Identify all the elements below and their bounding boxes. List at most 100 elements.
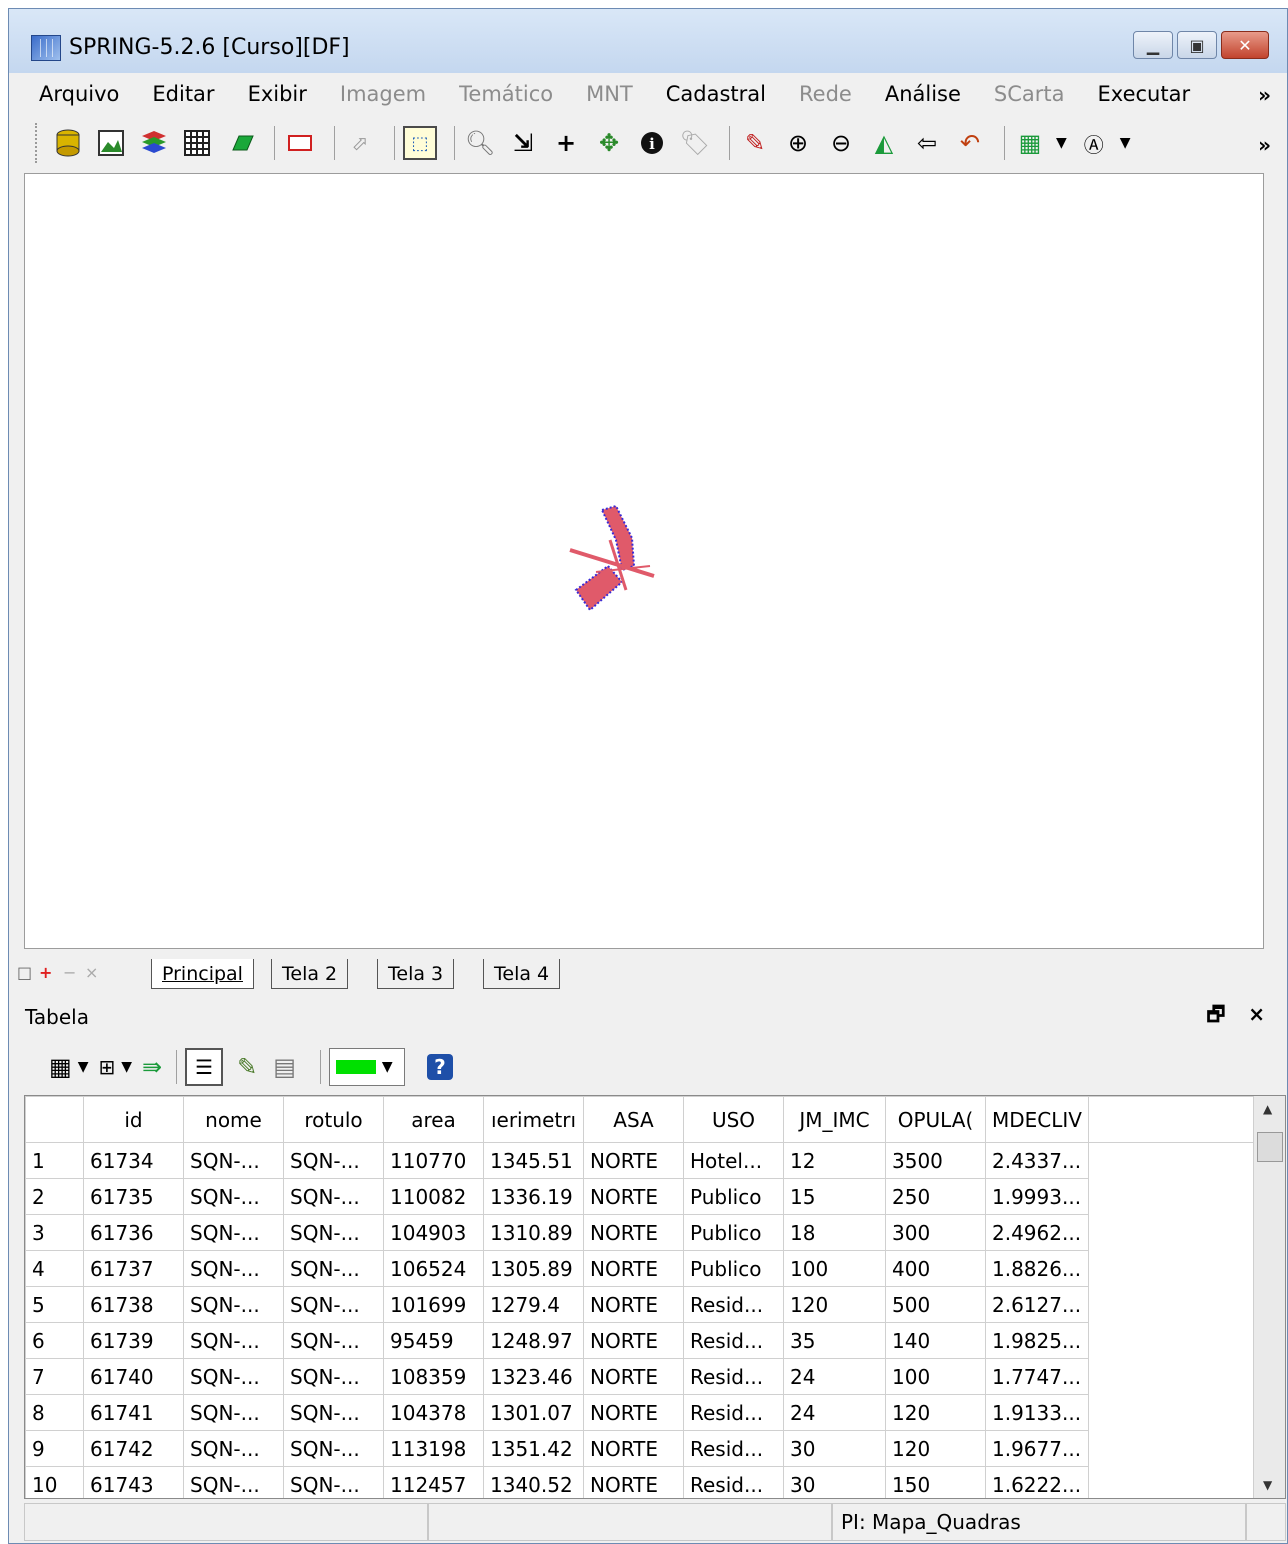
table-cell[interactable]: 1.8826... bbox=[985, 1250, 1089, 1287]
image-icon[interactable] bbox=[94, 126, 128, 160]
toolbar-overflow-icon[interactable]: » bbox=[1258, 133, 1271, 157]
table-cell[interactable]: Resid... bbox=[683, 1286, 784, 1323]
pan-icon[interactable]: ✥ bbox=[592, 126, 626, 160]
column-header[interactable]: nome bbox=[183, 1096, 284, 1143]
table-cell[interactable]: 1345.51 bbox=[483, 1142, 584, 1179]
column-header[interactable]: id bbox=[83, 1096, 184, 1143]
table-cell[interactable]: 1.9677... bbox=[985, 1430, 1089, 1467]
table-cell[interactable]: 24 bbox=[783, 1394, 886, 1431]
scroll-down-icon[interactable]: ▼ bbox=[1263, 1478, 1272, 1492]
column-header[interactable] bbox=[1087, 1096, 1259, 1143]
title-bar[interactable]: SPRING-5.2.6 [Curso][DF] ▁ ▣ ✕ bbox=[9, 9, 1287, 73]
table-cell[interactable]: NORTE bbox=[583, 1178, 684, 1215]
table-cell[interactable]: 1279.4 bbox=[483, 1286, 584, 1323]
pointer-disabled-icon[interactable]: ⬀ bbox=[343, 126, 377, 160]
table-cell[interactable]: 1323.46 bbox=[483, 1358, 584, 1395]
table-cell[interactable]: 61737 bbox=[83, 1250, 184, 1287]
table-cell[interactable]: 104903 bbox=[383, 1214, 484, 1251]
table-cell[interactable]: SQN-... bbox=[283, 1394, 384, 1431]
table-cell[interactable]: 30 bbox=[783, 1430, 886, 1467]
table-cell[interactable]: 108359 bbox=[383, 1358, 484, 1395]
table-cell[interactable]: SQN-... bbox=[183, 1430, 284, 1467]
table-cell[interactable]: SQN-... bbox=[283, 1466, 384, 1498]
table-cell[interactable]: SQN-... bbox=[183, 1250, 284, 1287]
table-row[interactable]: 5 61738 SQN-... SQN-... 101699 1279.4 NORTE Res… bbox=[25, 1286, 1259, 1323]
table-cell[interactable]: 1.9825... bbox=[985, 1322, 1089, 1359]
menu-arquivo[interactable]: Arquivo bbox=[39, 82, 119, 106]
table-cell[interactable]: 106524 bbox=[383, 1250, 484, 1287]
table-cell[interactable]: SQN-... bbox=[283, 1430, 384, 1467]
row-number[interactable]: 2 bbox=[25, 1178, 84, 1215]
table-cell[interactable]: NORTE bbox=[583, 1286, 684, 1323]
minimize-button[interactable]: ▁ bbox=[1133, 31, 1173, 59]
table-cell[interactable]: 113198 bbox=[383, 1430, 484, 1467]
table-cell[interactable]: 110770 bbox=[383, 1142, 484, 1179]
menu-overflow-icon[interactable]: » bbox=[1258, 83, 1271, 107]
zoom-out-icon[interactable]: ⊖ bbox=[824, 126, 858, 160]
table-cell[interactable]: 100 bbox=[783, 1250, 886, 1287]
tab-tela-2[interactable]: Tela 2 bbox=[271, 959, 349, 989]
search-icon[interactable]: 🔍︎ bbox=[463, 126, 497, 160]
map-canvas[interactable] bbox=[24, 173, 1264, 949]
undo-icon[interactable]: ↶ bbox=[953, 126, 987, 160]
table-cell[interactable]: SQN-... bbox=[183, 1394, 284, 1431]
table-row[interactable]: 1 61734 SQN-... SQN-... 110770 1345.51 NORTE Ho… bbox=[25, 1142, 1259, 1179]
table-cell[interactable]: 101699 bbox=[383, 1286, 484, 1323]
table-cell[interactable]: 120 bbox=[885, 1394, 986, 1431]
table-cell[interactable]: SQN-... bbox=[283, 1322, 384, 1359]
table-cell[interactable]: 2.6127... bbox=[985, 1286, 1089, 1323]
table-cell[interactable]: 1310.89 bbox=[483, 1214, 584, 1251]
table-cell[interactable]: 120 bbox=[783, 1286, 886, 1323]
table-cell[interactable]: SQN-... bbox=[183, 1466, 284, 1498]
table-cell[interactable]: SQN-... bbox=[183, 1358, 284, 1395]
table-cell[interactable]: 112457 bbox=[383, 1466, 484, 1498]
table-cell[interactable]: 18 bbox=[783, 1214, 886, 1251]
table-cell[interactable]: 15 bbox=[783, 1178, 886, 1215]
table-cell[interactable]: 500 bbox=[885, 1286, 986, 1323]
grid-icon[interactable] bbox=[180, 126, 214, 160]
table-cell[interactable]: 250 bbox=[885, 1178, 986, 1215]
table-cell[interactable]: 24 bbox=[783, 1358, 886, 1395]
table-cell[interactable]: 400 bbox=[885, 1250, 986, 1287]
table-select-icon[interactable]: ▦ bbox=[49, 1053, 72, 1081]
table-cell[interactable]: 2.4337... bbox=[985, 1142, 1089, 1179]
table-cell[interactable]: NORTE bbox=[583, 1142, 684, 1179]
column-header[interactable]: USO bbox=[683, 1096, 784, 1143]
table-cell[interactable]: 61736 bbox=[83, 1214, 184, 1251]
tab-close-icon[interactable]: × bbox=[85, 963, 98, 982]
menu-analise[interactable]: Análise bbox=[885, 82, 961, 106]
menu-rede[interactable]: Rede bbox=[799, 82, 852, 106]
maximize-button[interactable]: ▣ bbox=[1177, 31, 1217, 59]
table-cell[interactable]: NORTE bbox=[583, 1250, 684, 1287]
table-cell[interactable]: SQN-... bbox=[183, 1142, 284, 1179]
pencil-icon[interactable]: ✎ bbox=[738, 126, 772, 160]
label-icon[interactable]: Ⓐ bbox=[1077, 126, 1111, 160]
close-button[interactable]: ✕ bbox=[1221, 31, 1269, 59]
table-cell[interactable]: NORTE bbox=[583, 1214, 684, 1251]
row-number[interactable]: 10 bbox=[25, 1466, 84, 1498]
table-cell[interactable]: NORTE bbox=[583, 1322, 684, 1359]
menu-cadastral[interactable]: Cadastral bbox=[666, 82, 766, 106]
zoom-in-icon[interactable]: ⊕ bbox=[781, 126, 815, 160]
zoom-area-icon[interactable]: ◭ bbox=[867, 126, 901, 160]
tab-add-icon[interactable]: + bbox=[39, 963, 52, 982]
color-select[interactable]: ▼ bbox=[328, 1048, 405, 1086]
table-cell[interactable]: SQN-... bbox=[283, 1250, 384, 1287]
table-cell[interactable]: Publico bbox=[683, 1250, 784, 1287]
table-cell[interactable]: 1248.97 bbox=[483, 1322, 584, 1359]
table-cell[interactable]: 110082 bbox=[383, 1178, 484, 1215]
table-row[interactable]: 10 61743 SQN-... SQN-... 112457 1340.52 NORTE R… bbox=[25, 1466, 1259, 1498]
layers-icon[interactable] bbox=[137, 126, 171, 160]
table-row[interactable]: 3 61736 SQN-... SQN-... 104903 1310.89 NORTE Pu… bbox=[25, 1214, 1259, 1251]
table-cell[interactable]: 3500 bbox=[885, 1142, 986, 1179]
table-cell[interactable]: 2.4962... bbox=[985, 1214, 1089, 1251]
table-cell[interactable]: 1336.19 bbox=[483, 1178, 584, 1215]
table-cell[interactable]: SQN-... bbox=[183, 1214, 284, 1251]
legend-dropdown-arrow-icon[interactable]: ▼ bbox=[1056, 135, 1067, 151]
table-cell[interactable]: 35 bbox=[783, 1322, 886, 1359]
table-cell[interactable]: SQN-... bbox=[283, 1178, 384, 1215]
menu-imagem[interactable]: Imagem bbox=[340, 82, 426, 106]
help-icon[interactable]: ? bbox=[426, 1054, 453, 1080]
scroll-thumb[interactable] bbox=[1257, 1132, 1283, 1162]
row-number[interactable]: 4 bbox=[25, 1250, 84, 1287]
